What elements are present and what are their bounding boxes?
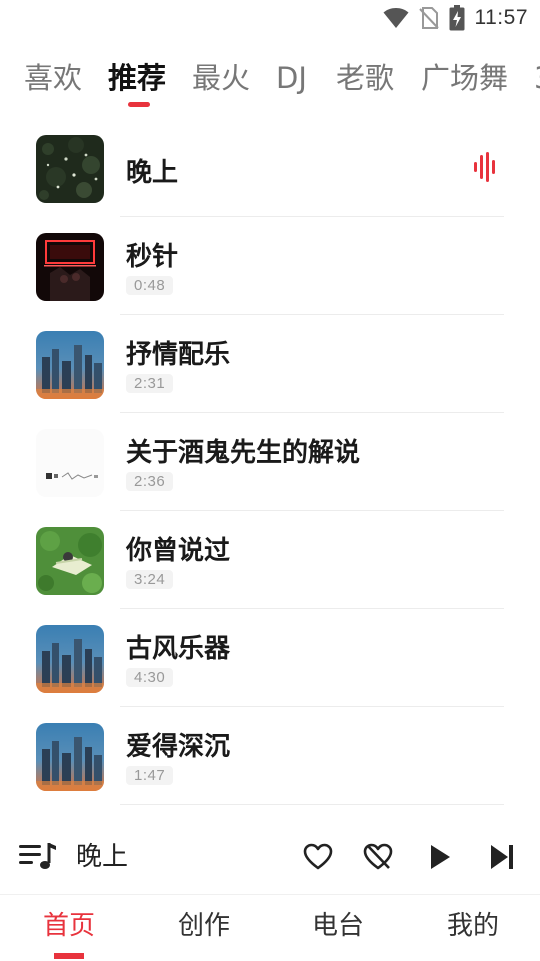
song-duration: 3:24 bbox=[126, 570, 174, 589]
playlist-icon[interactable] bbox=[18, 828, 58, 886]
nav-radio[interactable]: 电台 bbox=[293, 905, 383, 942]
tab-overflow[interactable]: 3 bbox=[534, 56, 540, 100]
tab-hottest[interactable]: 最火 bbox=[192, 56, 250, 100]
song-cover bbox=[36, 135, 104, 203]
song-item[interactable]: 秒针 0:48 bbox=[0, 216, 540, 315]
song-title: 古风乐器 bbox=[126, 634, 231, 664]
nav-create[interactable]: 创作 bbox=[159, 905, 249, 942]
tab-dj[interactable]: DJ bbox=[276, 56, 307, 100]
song-item[interactable]: 爱得深沉 1:47 bbox=[0, 706, 540, 805]
song-title: 关于酒鬼先生的解说 bbox=[126, 438, 361, 468]
mini-player: 晚上 bbox=[0, 828, 540, 890]
like-heart-icon[interactable] bbox=[300, 828, 336, 886]
next-track-icon[interactable] bbox=[484, 828, 520, 886]
song-item[interactable]: 抒情配乐 2:31 bbox=[0, 314, 540, 413]
song-title: 爱得深沉 bbox=[126, 732, 231, 762]
active-nav-indicator bbox=[54, 953, 84, 959]
list-divider bbox=[120, 804, 504, 805]
song-duration: 2:31 bbox=[126, 374, 174, 393]
no-sim-icon bbox=[418, 6, 439, 30]
song-title: 晚上 bbox=[126, 158, 179, 188]
song-item[interactable]: 古风乐器 4:30 bbox=[0, 608, 540, 707]
battery-charging-icon bbox=[449, 5, 465, 31]
song-item[interactable]: 你曾说过 3:24 bbox=[0, 510, 540, 609]
song-duration: 2:36 bbox=[126, 472, 174, 491]
song-duration: 4:30 bbox=[126, 668, 174, 687]
tab-square-dance[interactable]: 广场舞 bbox=[421, 56, 508, 100]
tab-favorites[interactable]: 喜欢 bbox=[24, 56, 82, 100]
bottom-nav: 首页 创作 电台 我的 bbox=[0, 894, 540, 961]
nav-home[interactable]: 首页 bbox=[24, 905, 114, 942]
tab-recommended[interactable]: 推荐 bbox=[108, 56, 166, 100]
category-tabs: 喜欢 推荐 最火 DJ 老歌 广场舞 3 bbox=[0, 56, 540, 110]
mini-player-title[interactable]: 晚上 bbox=[76, 828, 128, 886]
song-cover bbox=[36, 233, 104, 301]
active-tab-indicator bbox=[128, 102, 150, 107]
song-cover bbox=[36, 331, 104, 399]
song-title: 秒针 bbox=[126, 242, 179, 272]
status-icons: 11:57 bbox=[383, 4, 529, 32]
song-duration: 0:48 bbox=[126, 276, 174, 295]
clock: 11:57 bbox=[474, 6, 528, 29]
song-cover bbox=[36, 625, 104, 693]
wifi-icon bbox=[383, 7, 409, 29]
song-cover bbox=[36, 527, 104, 595]
nav-mine[interactable]: 我的 bbox=[428, 905, 518, 942]
song-duration: 1:47 bbox=[126, 766, 174, 785]
dislike-heart-icon[interactable] bbox=[360, 828, 396, 886]
song-cover bbox=[36, 429, 104, 497]
status-bar: 11:57 bbox=[0, 0, 540, 36]
song-cover bbox=[36, 723, 104, 791]
play-icon[interactable] bbox=[422, 828, 458, 886]
tab-oldies[interactable]: 老歌 bbox=[336, 56, 394, 100]
song-item[interactable]: 晚上 bbox=[0, 118, 540, 217]
song-item[interactable]: 关于酒鬼先生的解说 2:36 bbox=[0, 412, 540, 511]
song-title: 你曾说过 bbox=[126, 536, 231, 566]
song-title: 抒情配乐 bbox=[126, 340, 231, 370]
now-playing-icon bbox=[474, 152, 496, 186]
